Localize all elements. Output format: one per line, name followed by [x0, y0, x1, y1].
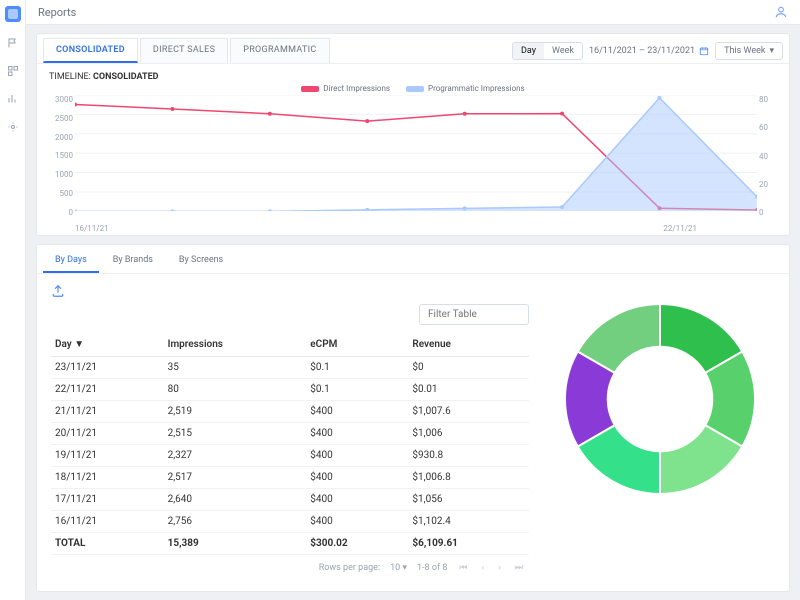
toggle-day[interactable]: Day	[513, 43, 544, 59]
tab-by-days[interactable]: By Days	[43, 249, 99, 273]
legend-swatch-programmatic	[406, 86, 424, 92]
x-axis: 16/11/21 22/11/21	[75, 224, 757, 233]
topbar: Reports	[26, 0, 800, 25]
table-row: 20/11/212,515$400$1,006	[51, 423, 529, 445]
page-title: Reports	[38, 6, 76, 19]
tab-by-brands[interactable]: By Brands	[101, 249, 165, 273]
legend-label-programmatic: Programmatic Impressions	[428, 84, 525, 93]
table-row: 16/11/212,756$400$1,102.4	[51, 511, 529, 533]
table-row: 22/11/2180$0.1$0.01	[51, 379, 529, 401]
user-icon[interactable]	[774, 5, 788, 19]
page-first-icon[interactable]: ⏮	[457, 563, 469, 573]
calendar-icon	[699, 46, 709, 56]
timeline-prefix: TIMELINE:	[49, 72, 91, 82]
data-table: Day ▼ImpressionseCPMRevenue 23/11/2135$0…	[51, 333, 529, 555]
granularity-toggle[interactable]: Day Week	[512, 42, 583, 60]
report-tabs: CONSOLIDATED DIRECT SALES PROGRAMMATIC	[43, 38, 330, 63]
chart-icon[interactable]	[6, 92, 20, 106]
timeline-label: CONSOLIDATED	[93, 72, 158, 82]
tab-by-screens[interactable]: By Screens	[167, 249, 235, 273]
page-range: 1-8 of 8	[417, 563, 447, 573]
data-card: By Days By Brands By Screens Day ▼Impres…	[36, 244, 790, 592]
table-row: 19/11/212,327$400$930.8	[51, 445, 529, 467]
preset-select[interactable]: This Week ▾	[715, 42, 783, 60]
tab-programmatic[interactable]: PROGRAMMATIC	[230, 38, 329, 63]
legend-swatch-direct	[301, 86, 319, 92]
timeline-title: TIMELINE: CONSOLIDATED	[37, 64, 789, 84]
timeline-card: CONSOLIDATED DIRECT SALES PROGRAMMATIC D…	[36, 33, 790, 236]
rpp-label: Rows per page:	[319, 563, 380, 573]
pager: Rows per page: 10 ▾ 1-8 of 8 ⏮ ‹ › ⏭	[51, 555, 529, 581]
preset-label: This Week	[724, 46, 765, 56]
legend-label-direct: Direct Impressions	[323, 84, 390, 93]
date-range-picker[interactable]: 16/11/2021 – 23/11/2021	[589, 46, 709, 56]
page-last-icon[interactable]: ⏭	[513, 563, 525, 573]
y-axis-left: 300025002000150010005000	[45, 95, 73, 217]
page-prev-icon[interactable]: ‹	[479, 563, 486, 573]
tab-consolidated[interactable]: CONSOLIDATED	[43, 38, 138, 63]
col-1[interactable]: Impressions	[164, 333, 307, 357]
rpp-select[interactable]: 10 ▾	[390, 563, 407, 573]
total-row: TOTAL15,389$300.02$6,109.61	[51, 533, 529, 555]
col-2[interactable]: eCPM	[306, 333, 408, 357]
filter-input[interactable]	[419, 304, 529, 325]
flag-icon[interactable]	[6, 36, 20, 50]
date-range-text: 16/11/2021 – 23/11/2021	[589, 46, 695, 56]
app-logo	[5, 6, 21, 22]
col-0[interactable]: Day ▼	[51, 333, 164, 357]
page-next-icon[interactable]: ›	[496, 563, 503, 573]
sidebar	[0, 0, 26, 600]
x-tick-end: 22/11/21	[663, 224, 697, 233]
table-row: 18/11/212,517$400$1,006.8	[51, 467, 529, 489]
toggle-week[interactable]: Week	[544, 43, 582, 59]
export-icon[interactable]	[51, 284, 529, 304]
x-tick-start: 16/11/21	[75, 224, 109, 233]
tab-direct-sales[interactable]: DIRECT SALES	[140, 38, 228, 63]
breakdown-tabs: By Days By Brands By Screens	[37, 245, 789, 274]
table-row: 21/11/212,519$400$1,007.6	[51, 401, 529, 423]
timeline-chart	[75, 95, 757, 211]
settings-icon[interactable]	[6, 120, 20, 134]
chart-legend: Direct Impressions Programmatic Impressi…	[37, 84, 789, 95]
table-row: 17/11/212,640$400$1,056	[51, 489, 529, 511]
rpp-value: 10	[390, 563, 400, 573]
y-axis-right: 806040200	[759, 95, 781, 217]
col-3[interactable]: Revenue	[408, 333, 529, 357]
table-row: 23/11/2135$0.1$0	[51, 357, 529, 379]
chevron-down-icon: ▾	[769, 46, 774, 56]
dashboard-icon[interactable]	[6, 64, 20, 78]
donut-chart	[555, 294, 765, 504]
